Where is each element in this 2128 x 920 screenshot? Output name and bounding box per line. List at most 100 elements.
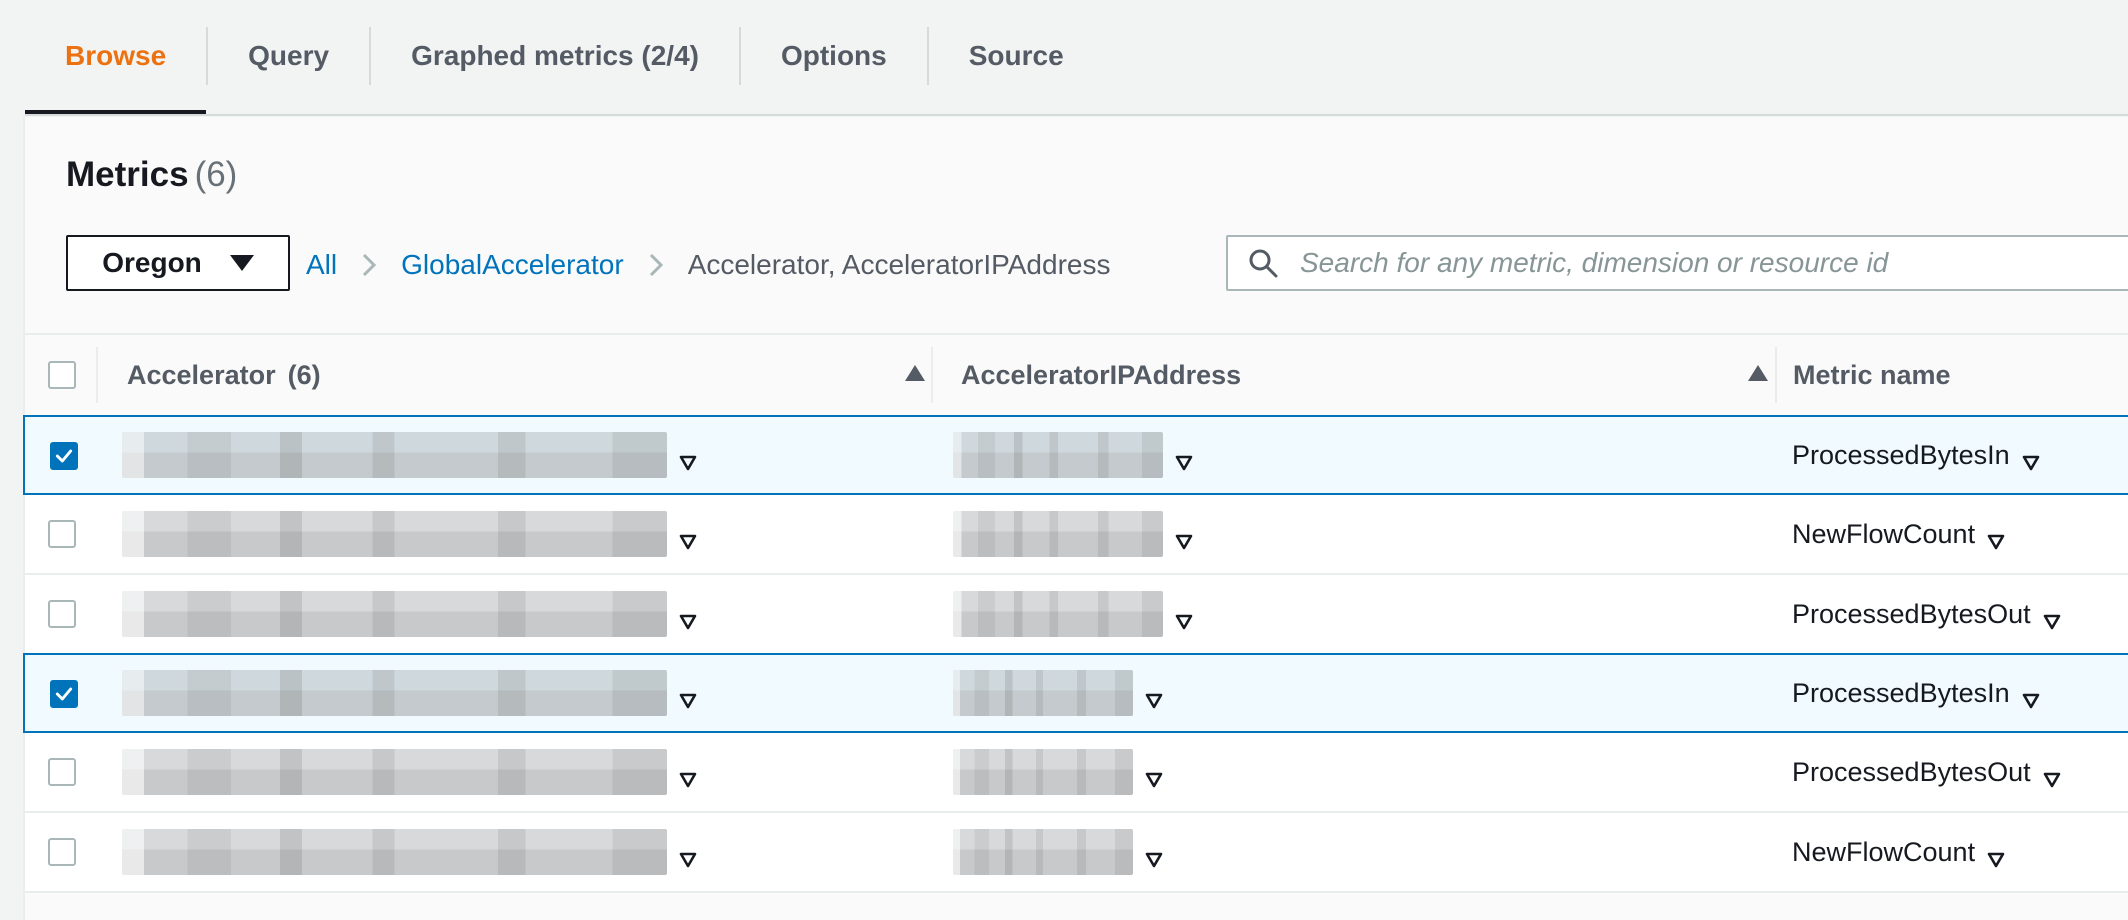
filter-triangle-icon[interactable] [679, 844, 697, 868]
metric-name-cell: ProcessedBytesOut [1792, 575, 2061, 653]
search-input[interactable] [1298, 246, 2128, 280]
metric-name[interactable]: ProcessedBytesOut [1792, 599, 2031, 630]
filter-triangle-icon[interactable] [2022, 685, 2040, 709]
tab-browse[interactable]: Browse [25, 0, 207, 114]
column-label: Metric name [1793, 359, 1951, 390]
accelerator-cell [122, 733, 697, 811]
filter-triangle-icon[interactable] [679, 685, 697, 709]
filter-triangle-icon[interactable] [1175, 606, 1193, 630]
column-label: Accelerator [127, 359, 276, 390]
breadcrumb-current: Accelerator, AcceleratorIPAddress [687, 249, 1111, 280]
filter-triangle-icon[interactable] [1145, 844, 1163, 868]
title-text: Metrics [66, 155, 189, 194]
table-row[interactable]: NewFlowCount [25, 495, 2128, 575]
column-divider [96, 347, 98, 403]
breadcrumb-namespace[interactable]: GlobalAccelerator [401, 249, 624, 281]
tab-bar: Browse Query Graphed metrics (2/4) Optio… [25, 0, 2128, 116]
chevron-right-icon [361, 251, 377, 279]
metric-name[interactable]: ProcessedBytesIn [1792, 678, 2010, 709]
metric-name[interactable]: NewFlowCount [1792, 837, 1975, 868]
row-checkbox[interactable] [48, 758, 76, 786]
redacted-value [953, 670, 1133, 716]
table-row[interactable]: ProcessedBytesIn [23, 415, 2128, 495]
accelerator-cell [122, 813, 697, 891]
metric-name-cell: NewFlowCount [1792, 495, 2005, 573]
table-header: Accelerator (6) AcceleratorIPAddress Met… [25, 335, 2128, 417]
filter-triangle-icon[interactable] [1145, 764, 1163, 788]
metric-name[interactable]: NewFlowCount [1792, 519, 1975, 550]
table-row[interactable]: ProcessedBytesOut [25, 733, 2128, 813]
filter-triangle-icon[interactable] [1987, 526, 2005, 550]
ip-address-cell [953, 733, 1163, 811]
column-divider [931, 347, 933, 403]
ip-address-cell [953, 575, 1193, 653]
table-row[interactable]: NewFlowCount [25, 813, 2128, 893]
metric-name[interactable]: ProcessedBytesOut [1792, 757, 2031, 788]
column-header-metric-name[interactable]: Metric name [1793, 335, 1951, 415]
redacted-value [122, 432, 667, 478]
filter-triangle-icon[interactable] [679, 447, 697, 471]
search-field[interactable] [1226, 235, 2128, 291]
region-label: Oregon [102, 247, 202, 278]
accelerator-cell [122, 495, 697, 573]
filter-triangle-icon[interactable] [1175, 526, 1193, 550]
toolbar: Oregon All GlobalAccelerator Accelerator… [66, 235, 2128, 295]
table-row[interactable]: ProcessedBytesIn [23, 653, 2128, 733]
metric-name-cell: ProcessedBytesIn [1792, 417, 2040, 493]
redacted-value [953, 511, 1163, 557]
breadcrumb: All GlobalAccelerator Accelerator, Accel… [306, 235, 1110, 295]
tab-graphed-metrics[interactable]: Graphed metrics (2/4) [371, 0, 739, 112]
column-divider [1775, 347, 1777, 403]
row-checkbox[interactable] [50, 680, 78, 708]
redacted-value [122, 670, 667, 716]
caret-down-icon [229, 255, 254, 271]
ip-address-cell [953, 417, 1193, 493]
filter-triangle-icon[interactable] [679, 764, 697, 788]
filter-triangle-icon[interactable] [2043, 764, 2061, 788]
metrics-panel: Metrics (6) Oregon All GlobalAccelerator … [23, 117, 2128, 920]
redacted-value [122, 829, 667, 875]
tab-options[interactable]: Options [741, 0, 927, 112]
metrics-table: Accelerator (6) AcceleratorIPAddress Met… [23, 333, 2128, 893]
ip-address-cell [953, 495, 1193, 573]
row-checkbox[interactable] [48, 600, 76, 628]
filter-triangle-icon[interactable] [679, 526, 697, 550]
accelerator-cell [122, 575, 697, 653]
search-icon [1249, 249, 1278, 278]
row-checkbox[interactable] [48, 520, 76, 548]
sort-ascending-icon[interactable] [905, 365, 925, 381]
redacted-value [953, 829, 1133, 875]
metric-name-cell: ProcessedBytesOut [1792, 733, 2061, 811]
sort-ascending-icon[interactable] [1748, 365, 1768, 381]
redacted-value [953, 432, 1163, 478]
column-header-accelerator[interactable]: Accelerator (6) [127, 335, 321, 415]
column-count: (6) [287, 359, 321, 390]
select-all-checkbox[interactable] [48, 361, 76, 389]
region-dropdown[interactable]: Oregon [66, 235, 290, 291]
chevron-right-icon [648, 251, 664, 279]
redacted-value [953, 749, 1133, 795]
ip-address-cell [953, 655, 1163, 731]
row-checkbox[interactable] [48, 838, 76, 866]
breadcrumb-all[interactable]: All [306, 249, 337, 281]
metric-name-cell: ProcessedBytesIn [1792, 655, 2040, 731]
filter-triangle-icon[interactable] [1175, 447, 1193, 471]
tab-query[interactable]: Query [208, 0, 369, 112]
redacted-value [122, 511, 667, 557]
filter-triangle-icon[interactable] [1987, 844, 2005, 868]
filter-triangle-icon[interactable] [1145, 685, 1163, 709]
table-row[interactable]: ProcessedBytesOut [25, 575, 2128, 655]
metric-name[interactable]: ProcessedBytesIn [1792, 440, 2010, 471]
row-checkbox[interactable] [50, 442, 78, 470]
filter-triangle-icon[interactable] [679, 606, 697, 630]
metric-count: (6) [194, 155, 238, 194]
tab-source[interactable]: Source [929, 0, 1104, 112]
page-title: Metrics (6) [66, 155, 237, 195]
redacted-value [122, 591, 667, 637]
table-body: ProcessedBytesIn NewFlowCount ProcessedByt… [23, 415, 2128, 893]
metric-name-cell: NewFlowCount [1792, 813, 2005, 891]
column-header-ip-address[interactable]: AcceleratorIPAddress [961, 335, 1241, 415]
filter-triangle-icon[interactable] [2022, 447, 2040, 471]
redacted-value [953, 591, 1163, 637]
filter-triangle-icon[interactable] [2043, 606, 2061, 630]
